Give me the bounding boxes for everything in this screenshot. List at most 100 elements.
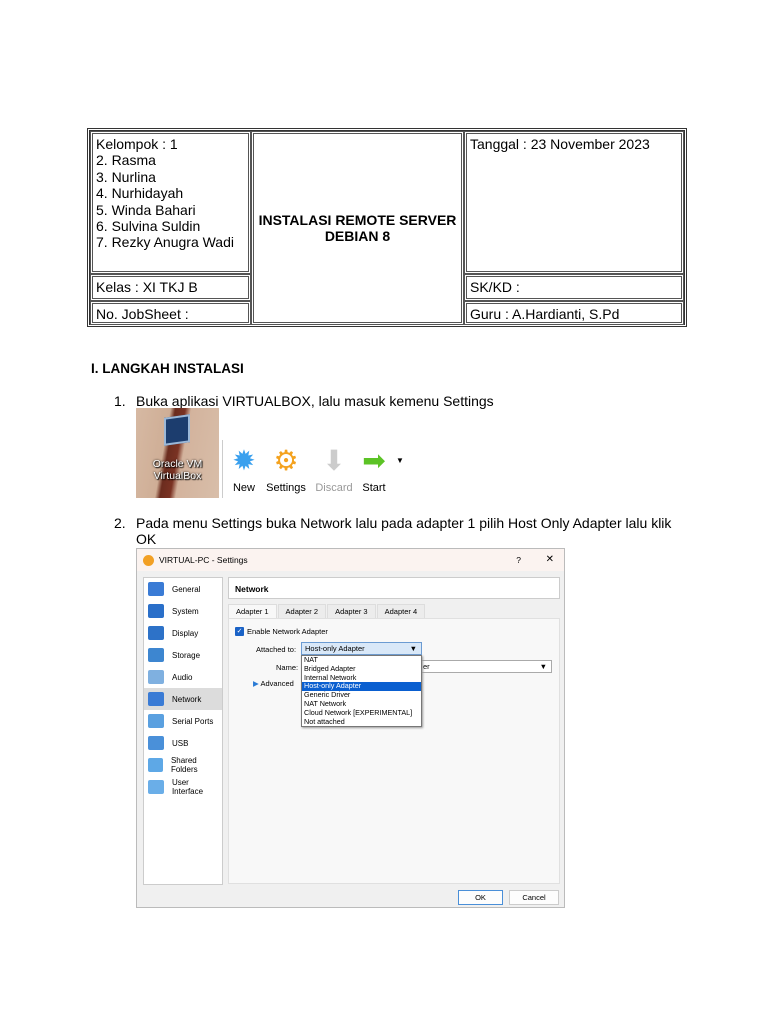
group-line: 7. Rezky Anugra Wadi xyxy=(96,234,234,251)
skkd-cell: SK/KD : xyxy=(464,274,684,301)
usb-icon xyxy=(148,736,164,750)
sidebar-label: USB xyxy=(172,738,189,748)
display-icon xyxy=(148,626,164,640)
sidebar-label: Audio xyxy=(172,672,193,682)
teacher-cell: Guru : A.Hardianti, S.Pd xyxy=(464,301,684,325)
settings-sidebar: General System Display Storage Audio Net… xyxy=(143,577,223,885)
start-dropdown-icon[interactable]: ▼ xyxy=(396,456,404,465)
group-cell: Kelompok : 1 2. Rasma 3. Nurlina 4. Nurh… xyxy=(90,131,251,274)
start-label: Start xyxy=(362,482,386,494)
jobsheet-text: No. JobSheet : xyxy=(96,306,189,322)
sidebar-label: Serial Ports xyxy=(172,716,214,726)
adapter-tabs: Adapter 1 Adapter 2 Adapter 3 Adapter 4 xyxy=(228,604,426,618)
new-button[interactable]: ✹ New xyxy=(221,442,267,495)
virtualbox-toolbar: ✹ New ⚙ Settings ⬇ Discard ➡ Start ▼ xyxy=(222,440,415,498)
sidebar-label: Display xyxy=(172,628,199,638)
attached-to-value: Host-only Adapter xyxy=(305,644,365,653)
sidebar-item-display[interactable]: Display xyxy=(144,622,222,644)
header-table: Kelompok : 1 2. Rasma 3. Nurlina 4. Nurh… xyxy=(87,128,687,327)
desktop-icon-label: VirtualBox xyxy=(153,470,202,482)
folder-icon xyxy=(148,758,163,772)
group-line: 4. Nurhidayah xyxy=(96,185,184,202)
serial-port-icon xyxy=(148,714,164,728)
doc-title-line1: INSTALASI REMOTE SERVER xyxy=(258,212,457,228)
enable-adapter-checkbox[interactable]: ✓ Enable Network Adapter xyxy=(235,627,328,636)
settings-dialog: VIRTUAL-PC - Settings ? ✕ General System… xyxy=(136,548,565,908)
sidebar-label: General xyxy=(172,584,201,594)
group-line: 3. Nurlina xyxy=(96,168,156,185)
virtualbox-cube-icon xyxy=(164,414,190,446)
teacher-text: Guru : A.Hardianti, S.Pd xyxy=(470,306,620,322)
storage-icon xyxy=(148,648,164,662)
general-icon xyxy=(148,582,164,596)
attached-to-select[interactable]: Host-only Adapter ▼ xyxy=(301,642,422,655)
sidebar-item-storage[interactable]: Storage xyxy=(144,644,222,666)
virtualbox-desktop-icon[interactable]: Oracle VM VirtualBox xyxy=(136,408,219,498)
step-text: Pada menu Settings buka Network lalu pad… xyxy=(136,515,672,531)
class-cell: Kelas : XI TKJ B xyxy=(90,274,251,301)
system-chip-icon xyxy=(148,604,164,618)
sidebar-item-user-interface[interactable]: User Interface xyxy=(144,776,222,798)
advanced-label: Advanced xyxy=(260,679,294,688)
date-cell: Tanggal : 23 November 2023 xyxy=(464,131,684,274)
step-text: Buka aplikasi VIRTUALBOX, lalu masuk kem… xyxy=(136,393,494,409)
name-label: Name: xyxy=(276,663,299,672)
network-icon xyxy=(148,692,164,706)
start-button[interactable]: ➡ Start xyxy=(351,442,397,495)
sidebar-item-network[interactable]: Network xyxy=(144,688,222,710)
jobsheet-cell: No. JobSheet : xyxy=(90,301,251,325)
option-not-attached[interactable]: Not attached xyxy=(302,717,421,727)
step-number: 1. xyxy=(114,393,126,409)
group-line: 2. Rasma xyxy=(96,152,156,169)
dialog-titlebar: VIRTUAL-PC - Settings ? ✕ xyxy=(137,549,564,571)
date-text: Tanggal : 23 November 2023 xyxy=(470,136,650,152)
tab-adapter-1[interactable]: Adapter 1 xyxy=(228,604,277,618)
sidebar-item-general[interactable]: General xyxy=(144,578,222,600)
dialog-title: VIRTUAL-PC - Settings xyxy=(159,555,248,565)
tab-adapter-4[interactable]: Adapter 4 xyxy=(376,604,426,618)
enable-adapter-label: Enable Network Adapter xyxy=(247,627,328,636)
settings-button[interactable]: ⚙ Settings xyxy=(263,442,309,495)
group-line: Kelompok : 1 xyxy=(96,136,178,152)
ok-button[interactable]: OK xyxy=(458,890,503,905)
section-heading: I. LANGKAH INSTALASI xyxy=(91,361,244,376)
new-label: New xyxy=(232,482,255,494)
doc-title-line2: DEBIAN 8 xyxy=(324,228,391,244)
group-line: 5. Winda Bahari xyxy=(96,201,196,218)
tab-adapter-2[interactable]: Adapter 2 xyxy=(277,604,327,618)
sidebar-label: Storage xyxy=(172,650,201,660)
right-arrow-icon: ➡ xyxy=(362,444,386,476)
settings-gear-icon xyxy=(143,554,154,566)
sidebar-label: User Interface xyxy=(171,778,204,796)
step-number: 2. xyxy=(114,515,126,531)
name-value: er xyxy=(423,662,430,671)
attached-to-label: Attached to: xyxy=(256,645,297,654)
user-interface-icon xyxy=(148,780,164,794)
new-starburst-icon: ✹ xyxy=(232,444,256,476)
sidebar-item-serial-ports[interactable]: Serial Ports xyxy=(144,710,222,732)
sidebar-item-system[interactable]: System xyxy=(144,600,222,622)
help-button[interactable]: ? xyxy=(516,555,521,565)
settings-label: Settings xyxy=(266,482,306,494)
chevron-down-icon: ▼ xyxy=(539,662,547,671)
desktop-icon-label: Oracle VM xyxy=(152,458,203,470)
cancel-button[interactable]: Cancel xyxy=(509,890,559,905)
sidebar-item-shared-folders[interactable]: Shared Folders xyxy=(144,754,222,776)
chevron-down-icon: ▼ xyxy=(409,644,417,653)
class-text: Kelas : XI TKJ B xyxy=(96,279,198,295)
checkmark-icon: ✓ xyxy=(235,627,244,636)
skkd-text: SK/KD : xyxy=(470,279,520,295)
audio-speaker-icon xyxy=(148,670,164,684)
tab-adapter-3[interactable]: Adapter 3 xyxy=(327,604,376,618)
gear-icon: ⚙ xyxy=(273,444,299,476)
attached-to-dropdown-list: NAT Bridged Adapter Internal Network Hos… xyxy=(301,655,422,728)
sidebar-label: Shared Folders xyxy=(170,756,198,774)
sidebar-item-audio[interactable]: Audio xyxy=(144,666,222,688)
sidebar-label: System xyxy=(172,606,199,616)
close-button[interactable]: ✕ xyxy=(546,554,554,565)
advanced-toggle[interactable]: ▶ Advanced xyxy=(253,679,294,688)
group-line: 6. Sulvina Suldin xyxy=(96,218,201,235)
step-text: OK xyxy=(136,531,157,547)
sidebar-item-usb[interactable]: USB xyxy=(144,732,222,754)
sidebar-label: Network xyxy=(172,694,202,704)
